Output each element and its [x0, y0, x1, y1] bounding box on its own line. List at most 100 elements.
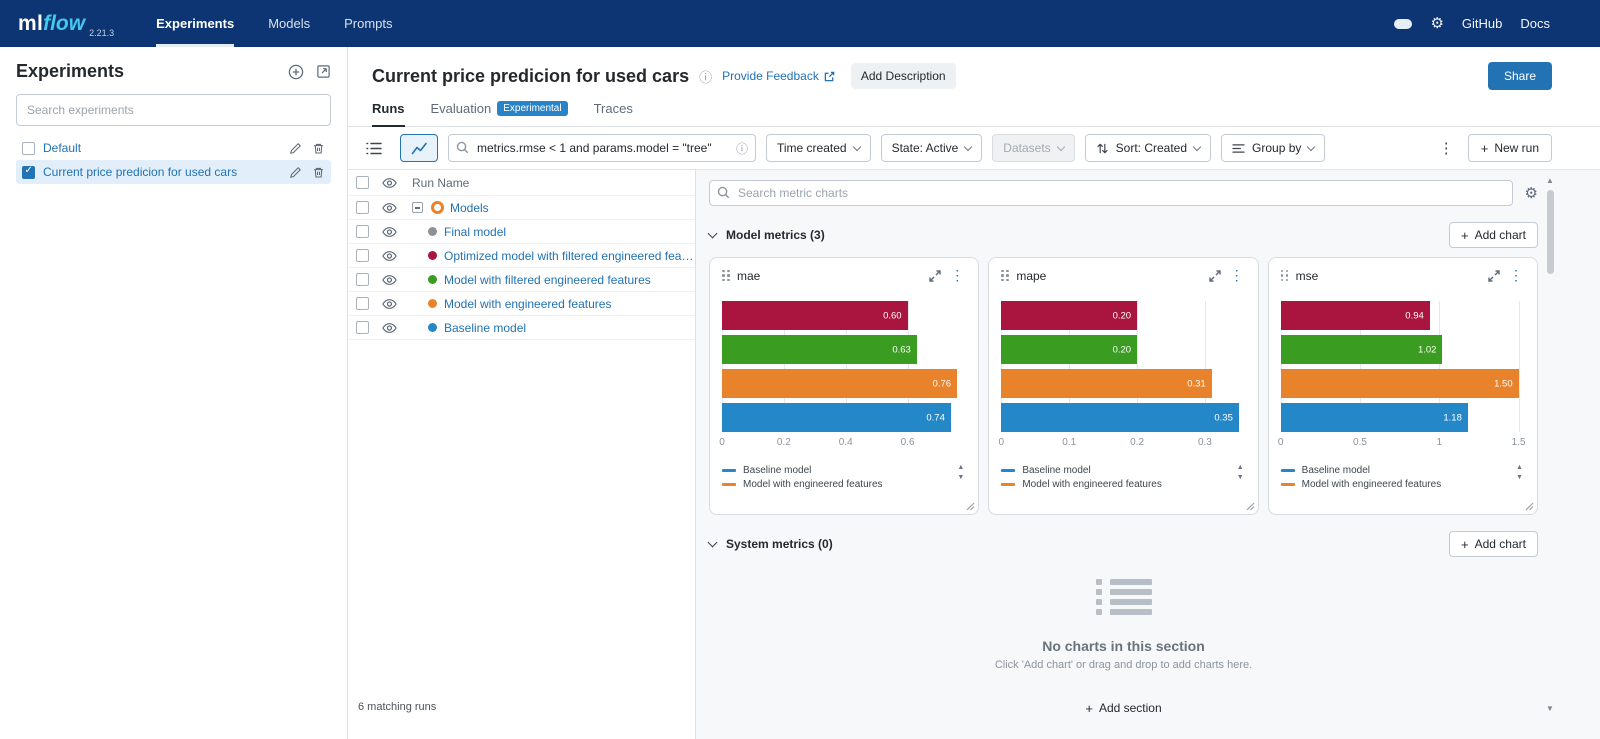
select-all-checkbox[interactable]: [356, 176, 369, 189]
drag-handle-icon[interactable]: [1001, 270, 1009, 282]
bar-optimized-model-with-filtered-engineered-features[interactable]: 0.60: [722, 301, 908, 330]
bar-optimized-model-with-filtered-engineered-features[interactable]: 0.20: [1001, 301, 1137, 330]
bar-model-with-engineered-features[interactable]: 0.31: [1001, 369, 1211, 398]
add-section-button[interactable]: + Add section: [709, 701, 1538, 715]
run-checkbox[interactable]: [356, 297, 369, 310]
experiment-list-item-current[interactable]: Current price predicion for used cars: [16, 160, 331, 184]
settings-gear-icon[interactable]: ⚙: [1430, 16, 1443, 31]
legend-item[interactable]: Baseline model: [722, 463, 946, 477]
scroll-down-icon[interactable]: ▼: [1546, 704, 1554, 713]
provide-feedback-link[interactable]: Provide Feedback: [722, 69, 835, 83]
bar-optimized-model-with-filtered-engineered-features[interactable]: 0.94: [1281, 301, 1430, 330]
theme-toggle-icon[interactable]: [1394, 19, 1412, 29]
chevron-down-icon[interactable]: [708, 537, 718, 547]
bar-model-with-engineered-features[interactable]: 0.76: [722, 369, 957, 398]
group-visibility-icon[interactable]: [382, 202, 412, 214]
new-experiment-icon[interactable]: [288, 64, 304, 80]
expand-chart-icon[interactable]: [929, 270, 941, 282]
search-metric-charts-input[interactable]: [709, 180, 1513, 206]
legend-item[interactable]: Model with engineered features: [1001, 477, 1225, 491]
chevron-down-icon[interactable]: [708, 228, 718, 238]
edit-experiment-icon[interactable]: [289, 142, 302, 155]
run-row[interactable]: Model with filtered engineered features: [348, 268, 695, 292]
collapse-group-icon[interactable]: [412, 202, 423, 213]
tab-runs[interactable]: Runs: [372, 101, 405, 127]
collapse-panel-icon[interactable]: [316, 64, 331, 79]
info-icon[interactable]: ⓘ: [699, 67, 712, 86]
run-row[interactable]: Final model: [348, 220, 695, 244]
legend-scroll-arrows[interactable]: ▲▼: [957, 464, 964, 481]
experiment-checkbox-checked[interactable]: [22, 166, 35, 179]
bar-model-with-engineered-features[interactable]: 1.50: [1281, 369, 1519, 398]
docs-link[interactable]: Docs: [1520, 16, 1550, 31]
nav-prompts[interactable]: Prompts: [344, 0, 392, 47]
run-filter-input[interactable]: [448, 134, 756, 162]
legend-item[interactable]: Model with engineered features: [722, 477, 946, 491]
legend-item[interactable]: Model with engineered features: [1281, 477, 1505, 491]
tab-traces[interactable]: Traces: [594, 101, 633, 127]
drag-handle-icon[interactable]: [722, 270, 730, 282]
experiment-name-link[interactable]: Current price predicion for used cars: [43, 165, 281, 179]
experiment-list-item-default[interactable]: Default: [16, 136, 331, 160]
expand-chart-icon[interactable]: [1488, 270, 1500, 282]
run-row[interactable]: Optimized model with filtered engineered…: [348, 244, 695, 268]
legend-item[interactable]: Baseline model: [1281, 463, 1505, 477]
list-view-button[interactable]: [358, 134, 390, 162]
resize-handle-icon[interactable]: [1246, 502, 1255, 511]
state-dropdown[interactable]: State: Active: [881, 134, 983, 162]
legend-down-icon[interactable]: ▼: [1516, 474, 1523, 481]
tab-evaluation[interactable]: Evaluation Experimental: [431, 101, 568, 127]
run-checkbox[interactable]: [356, 249, 369, 262]
run-visibility-icon[interactable]: [382, 226, 412, 238]
bar-model-with-filtered-engineered-features[interactable]: 0.63: [722, 335, 917, 364]
resize-handle-icon[interactable]: [966, 502, 975, 511]
bar-baseline-model[interactable]: 1.18: [1281, 403, 1468, 432]
group-checkbox[interactable]: [356, 201, 369, 214]
experiment-checkbox[interactable]: [22, 142, 35, 155]
toggle-all-visibility-icon[interactable]: [382, 177, 412, 189]
mlflow-logo[interactable]: ml flow 2.21.3: [18, 0, 114, 47]
resize-handle-icon[interactable]: [1525, 502, 1534, 511]
run-visibility-icon[interactable]: [382, 298, 412, 310]
more-options-icon[interactable]: ⋮: [1435, 139, 1458, 157]
scroll-up-icon[interactable]: ▲: [1546, 176, 1554, 185]
filter-info-icon[interactable]: ⓘ: [736, 140, 748, 157]
add-chart-button[interactable]: +Add chart: [1449, 222, 1538, 248]
run-row[interactable]: Baseline model: [348, 316, 695, 340]
bar-baseline-model[interactable]: 0.74: [722, 403, 951, 432]
run-name-link[interactable]: Model with engineered features: [444, 297, 611, 311]
time-created-dropdown[interactable]: Time created: [766, 134, 871, 162]
legend-scroll-arrows[interactable]: ▲▼: [1237, 464, 1244, 481]
legend-item[interactable]: Baseline model: [1001, 463, 1225, 477]
nav-models[interactable]: Models: [268, 0, 310, 47]
legend-up-icon[interactable]: ▲: [1237, 464, 1244, 471]
chart-menu-icon[interactable]: ⋮: [948, 267, 966, 284]
scrollbar-thumb[interactable]: [1547, 190, 1554, 274]
run-name-link[interactable]: Optimized model with filtered engineered…: [444, 249, 695, 263]
sort-dropdown[interactable]: Sort: Created: [1085, 134, 1211, 162]
new-run-button[interactable]: +New run: [1468, 134, 1552, 162]
run-checkbox[interactable]: [356, 321, 369, 334]
experiment-name-link[interactable]: Default: [43, 141, 281, 155]
run-group-row[interactable]: Models: [348, 196, 695, 220]
legend-down-icon[interactable]: ▼: [1237, 474, 1244, 481]
chart-menu-icon[interactable]: ⋮: [1228, 267, 1246, 284]
expand-chart-icon[interactable]: [1209, 270, 1221, 282]
run-row[interactable]: Model with engineered features: [348, 292, 695, 316]
nav-experiments[interactable]: Experiments: [156, 0, 234, 47]
run-visibility-icon[interactable]: [382, 322, 412, 334]
legend-up-icon[interactable]: ▲: [957, 464, 964, 471]
charts-scrollbar[interactable]: ▲ ▼: [1544, 176, 1556, 713]
add-description-button[interactable]: Add Description: [851, 63, 956, 89]
bar-baseline-model[interactable]: 0.35: [1001, 403, 1239, 432]
add-chart-button[interactable]: +Add chart: [1449, 531, 1538, 557]
chart-view-button[interactable]: [400, 134, 438, 162]
drag-handle-icon[interactable]: [1281, 270, 1289, 282]
legend-scroll-arrows[interactable]: ▲▼: [1516, 464, 1523, 481]
run-name-link[interactable]: Model with filtered engineered features: [444, 273, 651, 287]
edit-experiment-icon[interactable]: [289, 166, 302, 179]
run-visibility-icon[interactable]: [382, 274, 412, 286]
charts-settings-gear-icon[interactable]: ⚙: [1525, 186, 1538, 201]
run-checkbox[interactable]: [356, 225, 369, 238]
group-name-link[interactable]: Models: [450, 201, 489, 215]
